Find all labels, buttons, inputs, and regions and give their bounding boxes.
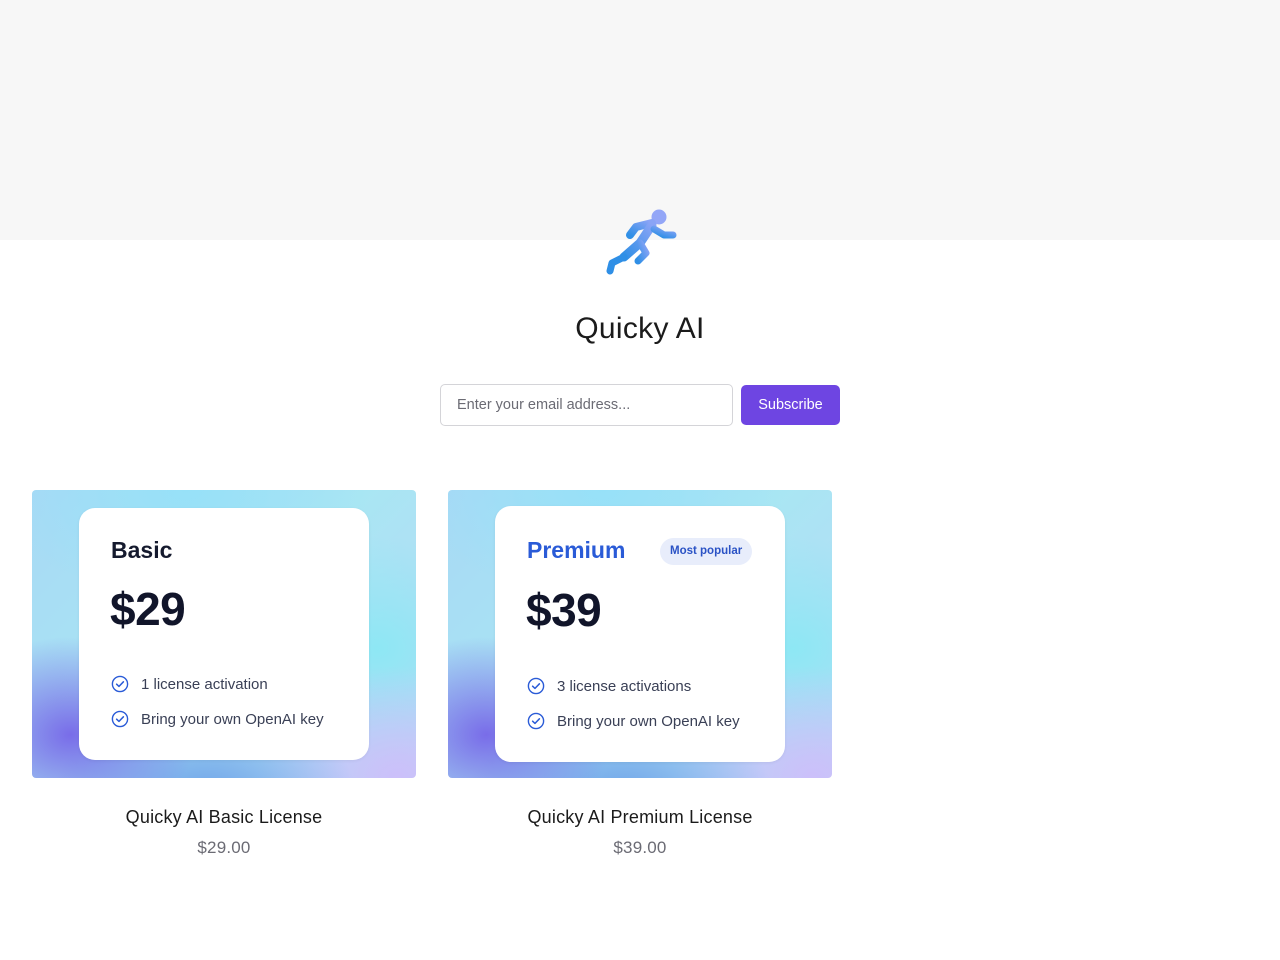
feature-text: 1 license activation <box>141 675 268 693</box>
feature-text: 3 license activations <box>557 677 692 695</box>
check-circle-icon <box>111 675 129 693</box>
feature-text: Bring your own OpenAI key <box>141 710 324 728</box>
product-card-basic[interactable]: Basic $29 1 license activation Bring you… <box>32 490 416 858</box>
check-circle-icon <box>527 712 545 730</box>
check-circle-icon <box>527 677 545 695</box>
product-name[interactable]: Quicky AI Premium License <box>448 807 832 828</box>
product-thumbnail[interactable]: Premium Most popular $39 3 license activ… <box>448 490 832 778</box>
pricing-card: Basic $29 1 license activation Bring you… <box>79 508 369 760</box>
feature-item: Bring your own OpenAI key <box>111 708 324 730</box>
product-thumbnail[interactable]: Basic $29 1 license activation Bring you… <box>32 490 416 778</box>
pricing-amount: $29 <box>110 583 186 635</box>
product-card-premium[interactable]: Premium Most popular $39 3 license activ… <box>448 490 832 858</box>
store-title: Quicky AI <box>575 312 705 345</box>
pricing-tier-label: Premium <box>527 537 626 563</box>
pricing-tier-label: Basic <box>111 537 173 563</box>
feature-text: Bring your own OpenAI key <box>557 712 740 730</box>
feature-item: 1 license activation <box>111 673 268 695</box>
pricing-amount: $39 <box>526 584 602 636</box>
check-circle-icon <box>111 710 129 728</box>
subscribe-form: Subscribe <box>440 384 840 426</box>
product-price: $29.00 <box>197 838 251 857</box>
feature-item: Bring your own OpenAI key <box>527 710 740 732</box>
product-name[interactable]: Quicky AI Basic License <box>32 807 416 828</box>
header-banner <box>0 0 1280 240</box>
subscribe-button[interactable]: Subscribe <box>741 385 840 425</box>
email-field[interactable] <box>440 384 733 426</box>
most-popular-badge: Most popular <box>660 538 753 565</box>
product-price: $39.00 <box>613 838 667 857</box>
pricing-card: Premium Most popular $39 3 license activ… <box>495 506 785 762</box>
running-figure-icon <box>606 209 677 275</box>
feature-item: 3 license activations <box>527 675 691 697</box>
